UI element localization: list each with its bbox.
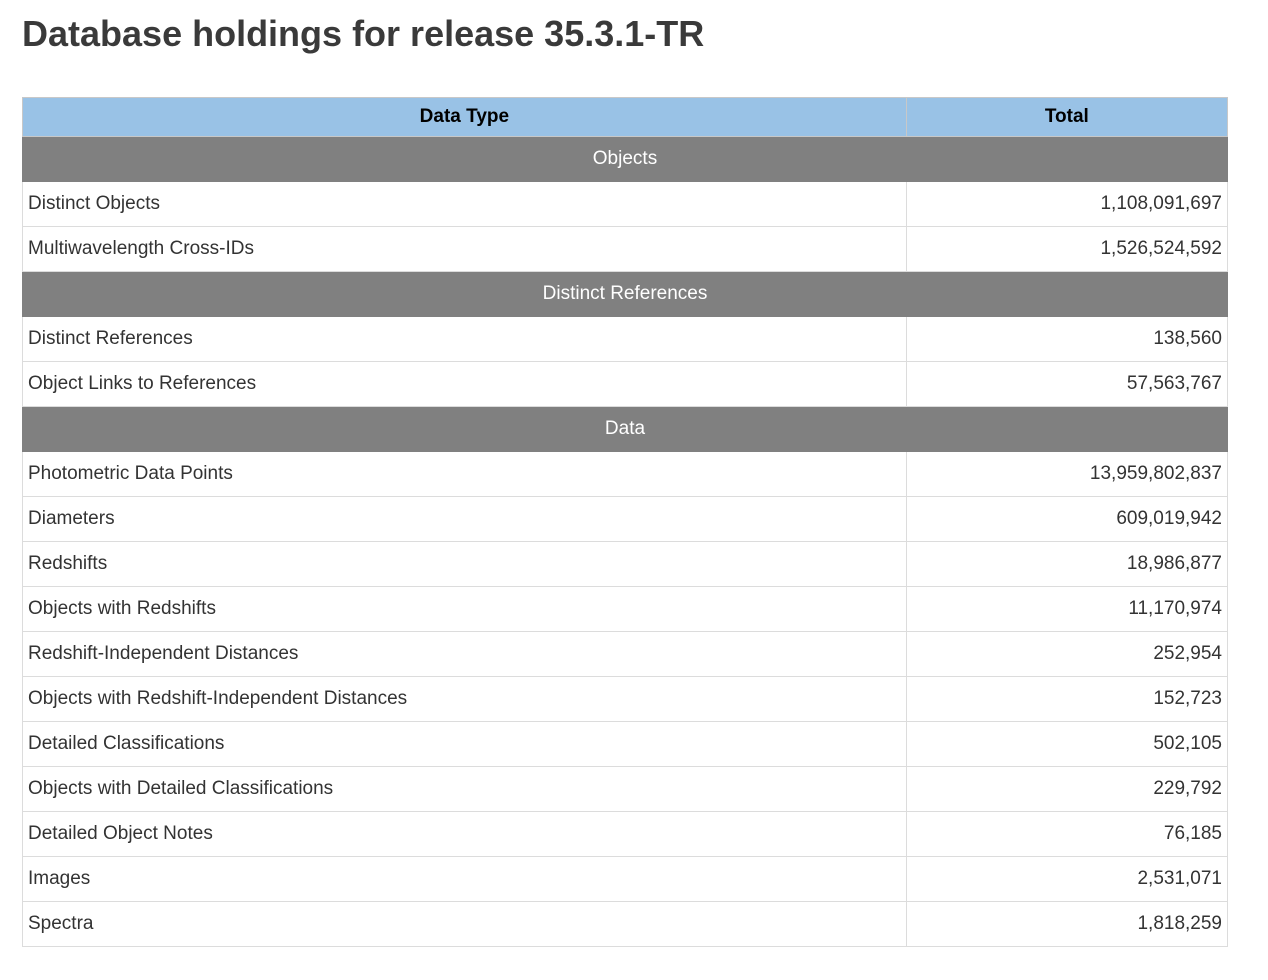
row-label: Object Links to References — [22, 361, 907, 407]
row-label: Distinct References — [22, 316, 907, 362]
section-title: Data — [22, 406, 1228, 452]
header-data-type: Data Type — [22, 97, 907, 137]
row-value: 1,108,091,697 — [905, 181, 1229, 227]
row-value: 609,019,942 — [905, 496, 1229, 542]
row-value: 502,105 — [905, 721, 1229, 767]
row-value: 76,185 — [905, 811, 1229, 857]
table-row: Redshifts 18,986,877 — [22, 541, 1229, 587]
row-label: Spectra — [22, 901, 907, 947]
row-value: 138,560 — [905, 316, 1229, 362]
row-label: Redshift-Independent Distances — [22, 631, 907, 677]
row-value: 152,723 — [905, 676, 1229, 722]
table-header-row: Data Type Total — [22, 97, 1229, 137]
row-label: Detailed Object Notes — [22, 811, 907, 857]
page-title: Database holdings for release 35.3.1-TR — [22, 13, 705, 54]
row-value: 229,792 — [905, 766, 1229, 812]
table-row: Detailed Classifications 502,105 — [22, 721, 1229, 767]
section-title: Distinct References — [22, 271, 1228, 317]
section-row-data: Data — [22, 406, 1228, 452]
row-value: 13,959,802,837 — [905, 451, 1229, 497]
row-label: Multiwavelength Cross-IDs — [22, 226, 907, 272]
row-value: 252,954 — [905, 631, 1229, 677]
table-row: Detailed Object Notes 76,185 — [22, 811, 1229, 857]
row-value: 18,986,877 — [905, 541, 1229, 587]
row-label: Detailed Classifications — [22, 721, 907, 767]
row-label: Redshifts — [22, 541, 907, 587]
header-total: Total — [905, 97, 1229, 137]
table-row: Distinct Objects 1,108,091,697 — [22, 181, 1229, 227]
row-value: 11,170,974 — [905, 586, 1229, 632]
table-row: Photometric Data Points 13,959,802,837 — [22, 451, 1229, 497]
table-row: Spectra 1,818,259 — [22, 901, 1229, 947]
section-row-objects: Objects — [22, 136, 1228, 182]
row-label: Diameters — [22, 496, 907, 542]
table-row: Diameters 609,019,942 — [22, 496, 1229, 542]
section-title: Objects — [22, 136, 1228, 182]
table-row: Objects with Detailed Classifications 22… — [22, 766, 1229, 812]
table-row: Images 2,531,071 — [22, 856, 1229, 902]
row-value: 2,531,071 — [905, 856, 1229, 902]
row-label: Objects with Redshifts — [22, 586, 907, 632]
section-row-distinct-references: Distinct References — [22, 271, 1228, 317]
row-label: Objects with Redshift-Independent Distan… — [22, 676, 907, 722]
row-label: Images — [22, 856, 907, 902]
row-label: Objects with Detailed Classifications — [22, 766, 907, 812]
row-value: 1,526,524,592 — [905, 226, 1229, 272]
table-row: Object Links to References 57,563,767 — [22, 361, 1229, 407]
table-row: Distinct References 138,560 — [22, 316, 1229, 362]
table-row: Multiwavelength Cross-IDs 1,526,524,592 — [22, 226, 1229, 272]
table-row: Redshift-Independent Distances 252,954 — [22, 631, 1229, 677]
holdings-table: Data Type Total Objects Distinct Objects… — [22, 97, 1229, 947]
row-label: Distinct Objects — [22, 181, 907, 227]
row-value: 57,563,767 — [905, 361, 1229, 407]
row-label: Photometric Data Points — [22, 451, 907, 497]
row-value: 1,818,259 — [905, 901, 1229, 947]
table-row: Objects with Redshift-Independent Distan… — [22, 676, 1229, 722]
table-row: Objects with Redshifts 11,170,974 — [22, 586, 1229, 632]
